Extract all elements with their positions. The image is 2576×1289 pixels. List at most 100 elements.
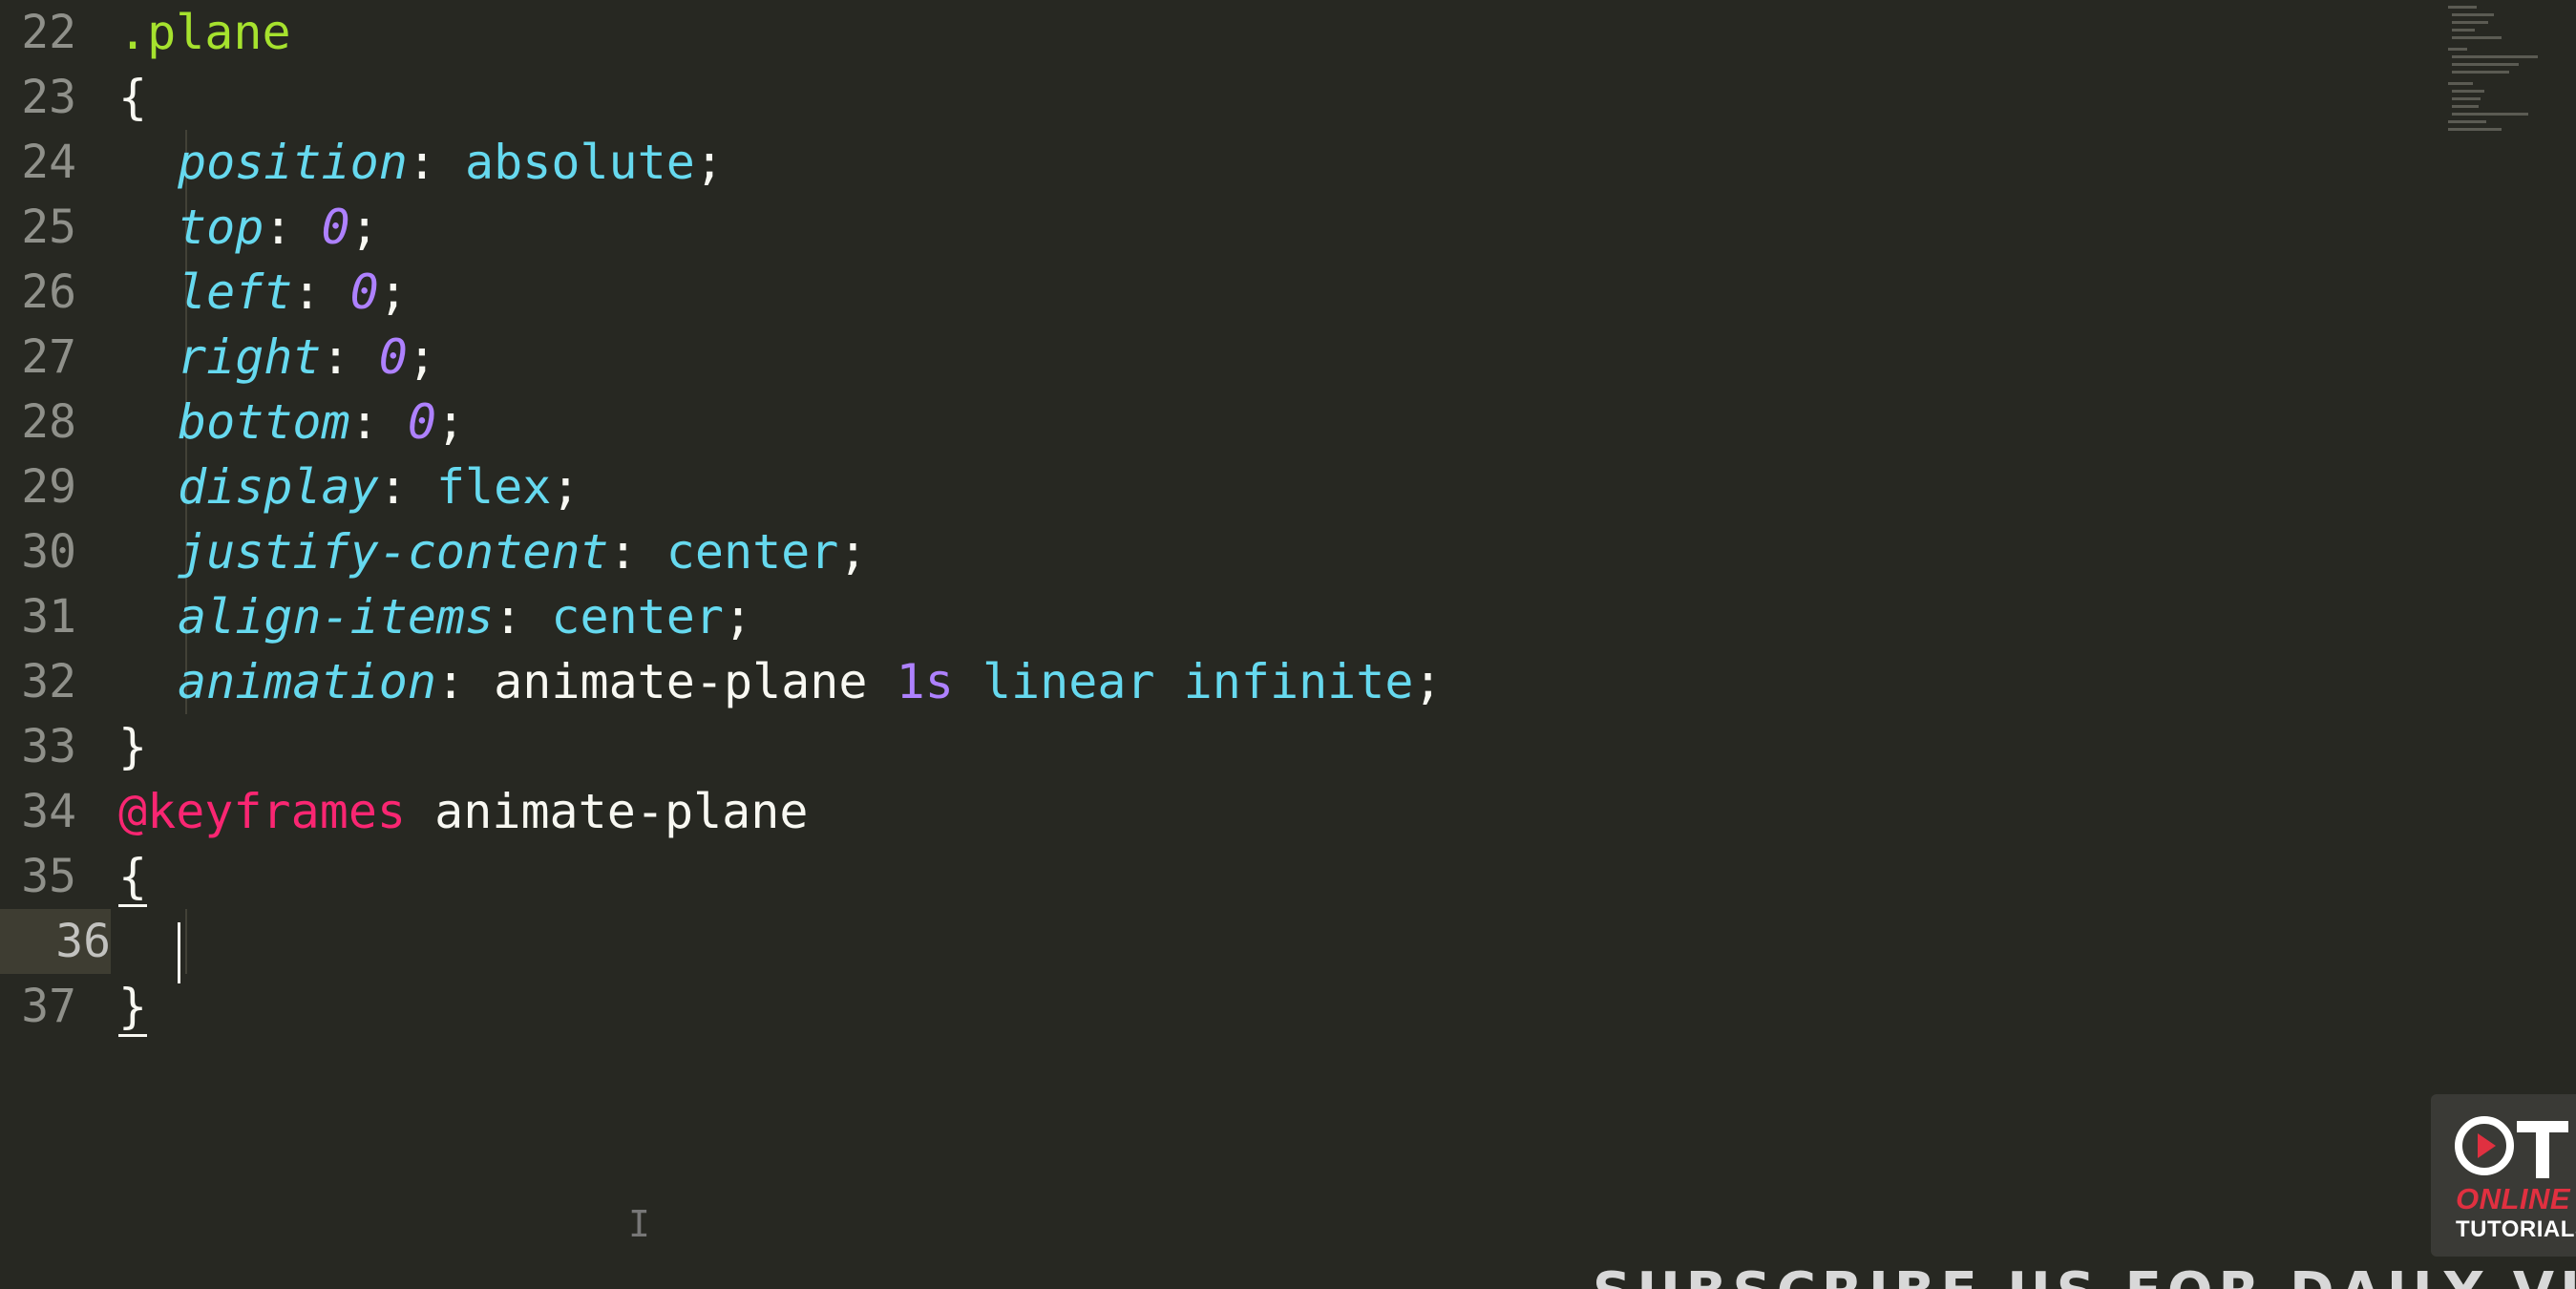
close-brace: }	[118, 719, 148, 774]
line-number: 33	[21, 720, 76, 773]
code-line-33[interactable]: }	[118, 714, 147, 779]
code-line-37[interactable]: }	[118, 974, 148, 1039]
css-selector: .plane	[118, 5, 291, 60]
css-property: position	[178, 135, 408, 190]
minimap-line	[2452, 13, 2494, 16]
line-number: 28	[21, 395, 76, 449]
code-line-29[interactable]: display: flex;	[178, 454, 580, 519]
logo-online-text: ONLINE	[2456, 1182, 2571, 1215]
line-number: 31	[21, 590, 76, 644]
code-line-24[interactable]: position: absolute;	[178, 130, 724, 195]
close-brace: }	[118, 979, 148, 1037]
code-line-30[interactable]: justify-content: center;	[178, 519, 868, 584]
minimap-line	[2452, 113, 2528, 116]
animation-iteration: infinite	[1183, 654, 1414, 709]
line-number-gutter[interactable]: 22 23 24 25 26 27 28 29 30 31 32 33 34 3…	[0, 0, 113, 1289]
subscribe-banner: SUBSCRIBE US FOR DAILY VIDEOS	[1593, 1262, 2576, 1289]
css-value: center	[551, 589, 724, 644]
minimap-line	[2452, 97, 2481, 100]
code-line-27[interactable]: right: 0;	[178, 325, 436, 390]
css-property: top	[178, 200, 264, 255]
code-line-34[interactable]: @keyframes animate-plane	[118, 779, 808, 844]
at-rule-keyword: @keyframes	[118, 784, 407, 839]
active-line-number: 36	[0, 909, 111, 974]
line-number: 34	[21, 785, 76, 838]
line-number: 29	[21, 460, 76, 514]
mouse-ibeam-cursor-icon: I	[628, 1203, 650, 1245]
semicolon: ;	[551, 459, 581, 515]
code-line-22[interactable]: .plane	[118, 0, 291, 65]
css-number: 0	[407, 394, 436, 450]
semicolon: ;	[349, 200, 379, 255]
keyframes-name: animate-plane	[434, 784, 809, 839]
css-value: center	[665, 524, 839, 580]
minimap-line	[2452, 71, 2509, 74]
line-number: 37	[21, 980, 76, 1033]
colon: :	[321, 329, 379, 385]
minimap-line	[2448, 120, 2486, 123]
minimap-line	[2448, 128, 2502, 131]
colon: :	[608, 524, 666, 580]
code-line-31[interactable]: align-items: center;	[178, 584, 752, 649]
css-property: right	[178, 329, 322, 385]
subscribe-banner-text: SUBSCRIBE US FOR DAILY VIDEOS	[1593, 1262, 2576, 1289]
code-editor[interactable]: 22 23 24 25 26 27 28 29 30 31 32 33 34 3…	[0, 0, 2576, 1289]
code-text-area[interactable]: .plane { position: absolute; top: 0; lef…	[118, 0, 2442, 1241]
code-line-35[interactable]: {	[118, 844, 148, 909]
css-value: flex	[435, 459, 552, 515]
colon: :	[349, 394, 408, 450]
line-number: 26	[21, 265, 76, 319]
minimap[interactable]	[2442, 0, 2538, 143]
semicolon: ;	[723, 589, 753, 644]
minimap-line	[2448, 48, 2467, 51]
minimap-line	[2452, 21, 2488, 24]
code-line-32[interactable]: animation: animate-plane 1s linear infin…	[178, 649, 1443, 714]
line-number: 22	[21, 6, 76, 59]
minimap-line	[2452, 63, 2519, 66]
line-number: 32	[21, 655, 76, 708]
semicolon: ;	[694, 135, 724, 190]
code-line-25[interactable]: top: 0;	[178, 195, 379, 260]
css-property: justify-content	[178, 524, 609, 580]
semicolon: ;	[1413, 654, 1443, 709]
css-number: 0	[349, 264, 379, 320]
semicolon: ;	[378, 264, 408, 320]
line-number: 30	[21, 525, 76, 579]
colon: :	[292, 264, 350, 320]
animation-timing: linear	[982, 654, 1155, 709]
css-number: 0	[378, 329, 408, 385]
line-number: 27	[21, 330, 76, 384]
minimap-line	[2452, 55, 2538, 58]
minimap-line	[2448, 6, 2477, 9]
semicolon: ;	[407, 329, 436, 385]
code-line-28[interactable]: bottom: 0;	[178, 390, 465, 454]
css-property: align-items	[178, 589, 495, 644]
minimap-line	[2448, 82, 2473, 85]
code-line-26[interactable]: left: 0;	[178, 260, 408, 325]
text-caret	[178, 922, 180, 983]
channel-logo: ONLINE TUTORIALS	[2431, 1094, 2576, 1257]
minimap-line	[2452, 36, 2502, 39]
colon: :	[264, 200, 322, 255]
css-number: 0	[321, 200, 350, 255]
code-line-36[interactable]	[118, 909, 2028, 974]
code-line-23[interactable]: {	[118, 65, 147, 130]
line-number: 24	[21, 136, 76, 189]
minimap-line	[2452, 105, 2479, 108]
colon: :	[378, 459, 436, 515]
css-property: display	[178, 459, 379, 515]
css-property: animation	[178, 654, 436, 709]
animation-name: animate-plane	[494, 654, 868, 709]
colon: :	[407, 135, 466, 190]
minimap-line	[2452, 90, 2484, 93]
open-brace: {	[118, 849, 148, 907]
line-number: 35	[21, 850, 76, 903]
colon: :	[435, 654, 495, 709]
semicolon: ;	[838, 524, 868, 580]
line-number: 23	[21, 71, 76, 124]
css-property: left	[178, 264, 293, 320]
logo-play-mark-icon	[2455, 1116, 2568, 1178]
css-value: absolute	[465, 135, 695, 190]
open-brace: {	[118, 70, 148, 125]
minimap-line	[2452, 29, 2475, 32]
